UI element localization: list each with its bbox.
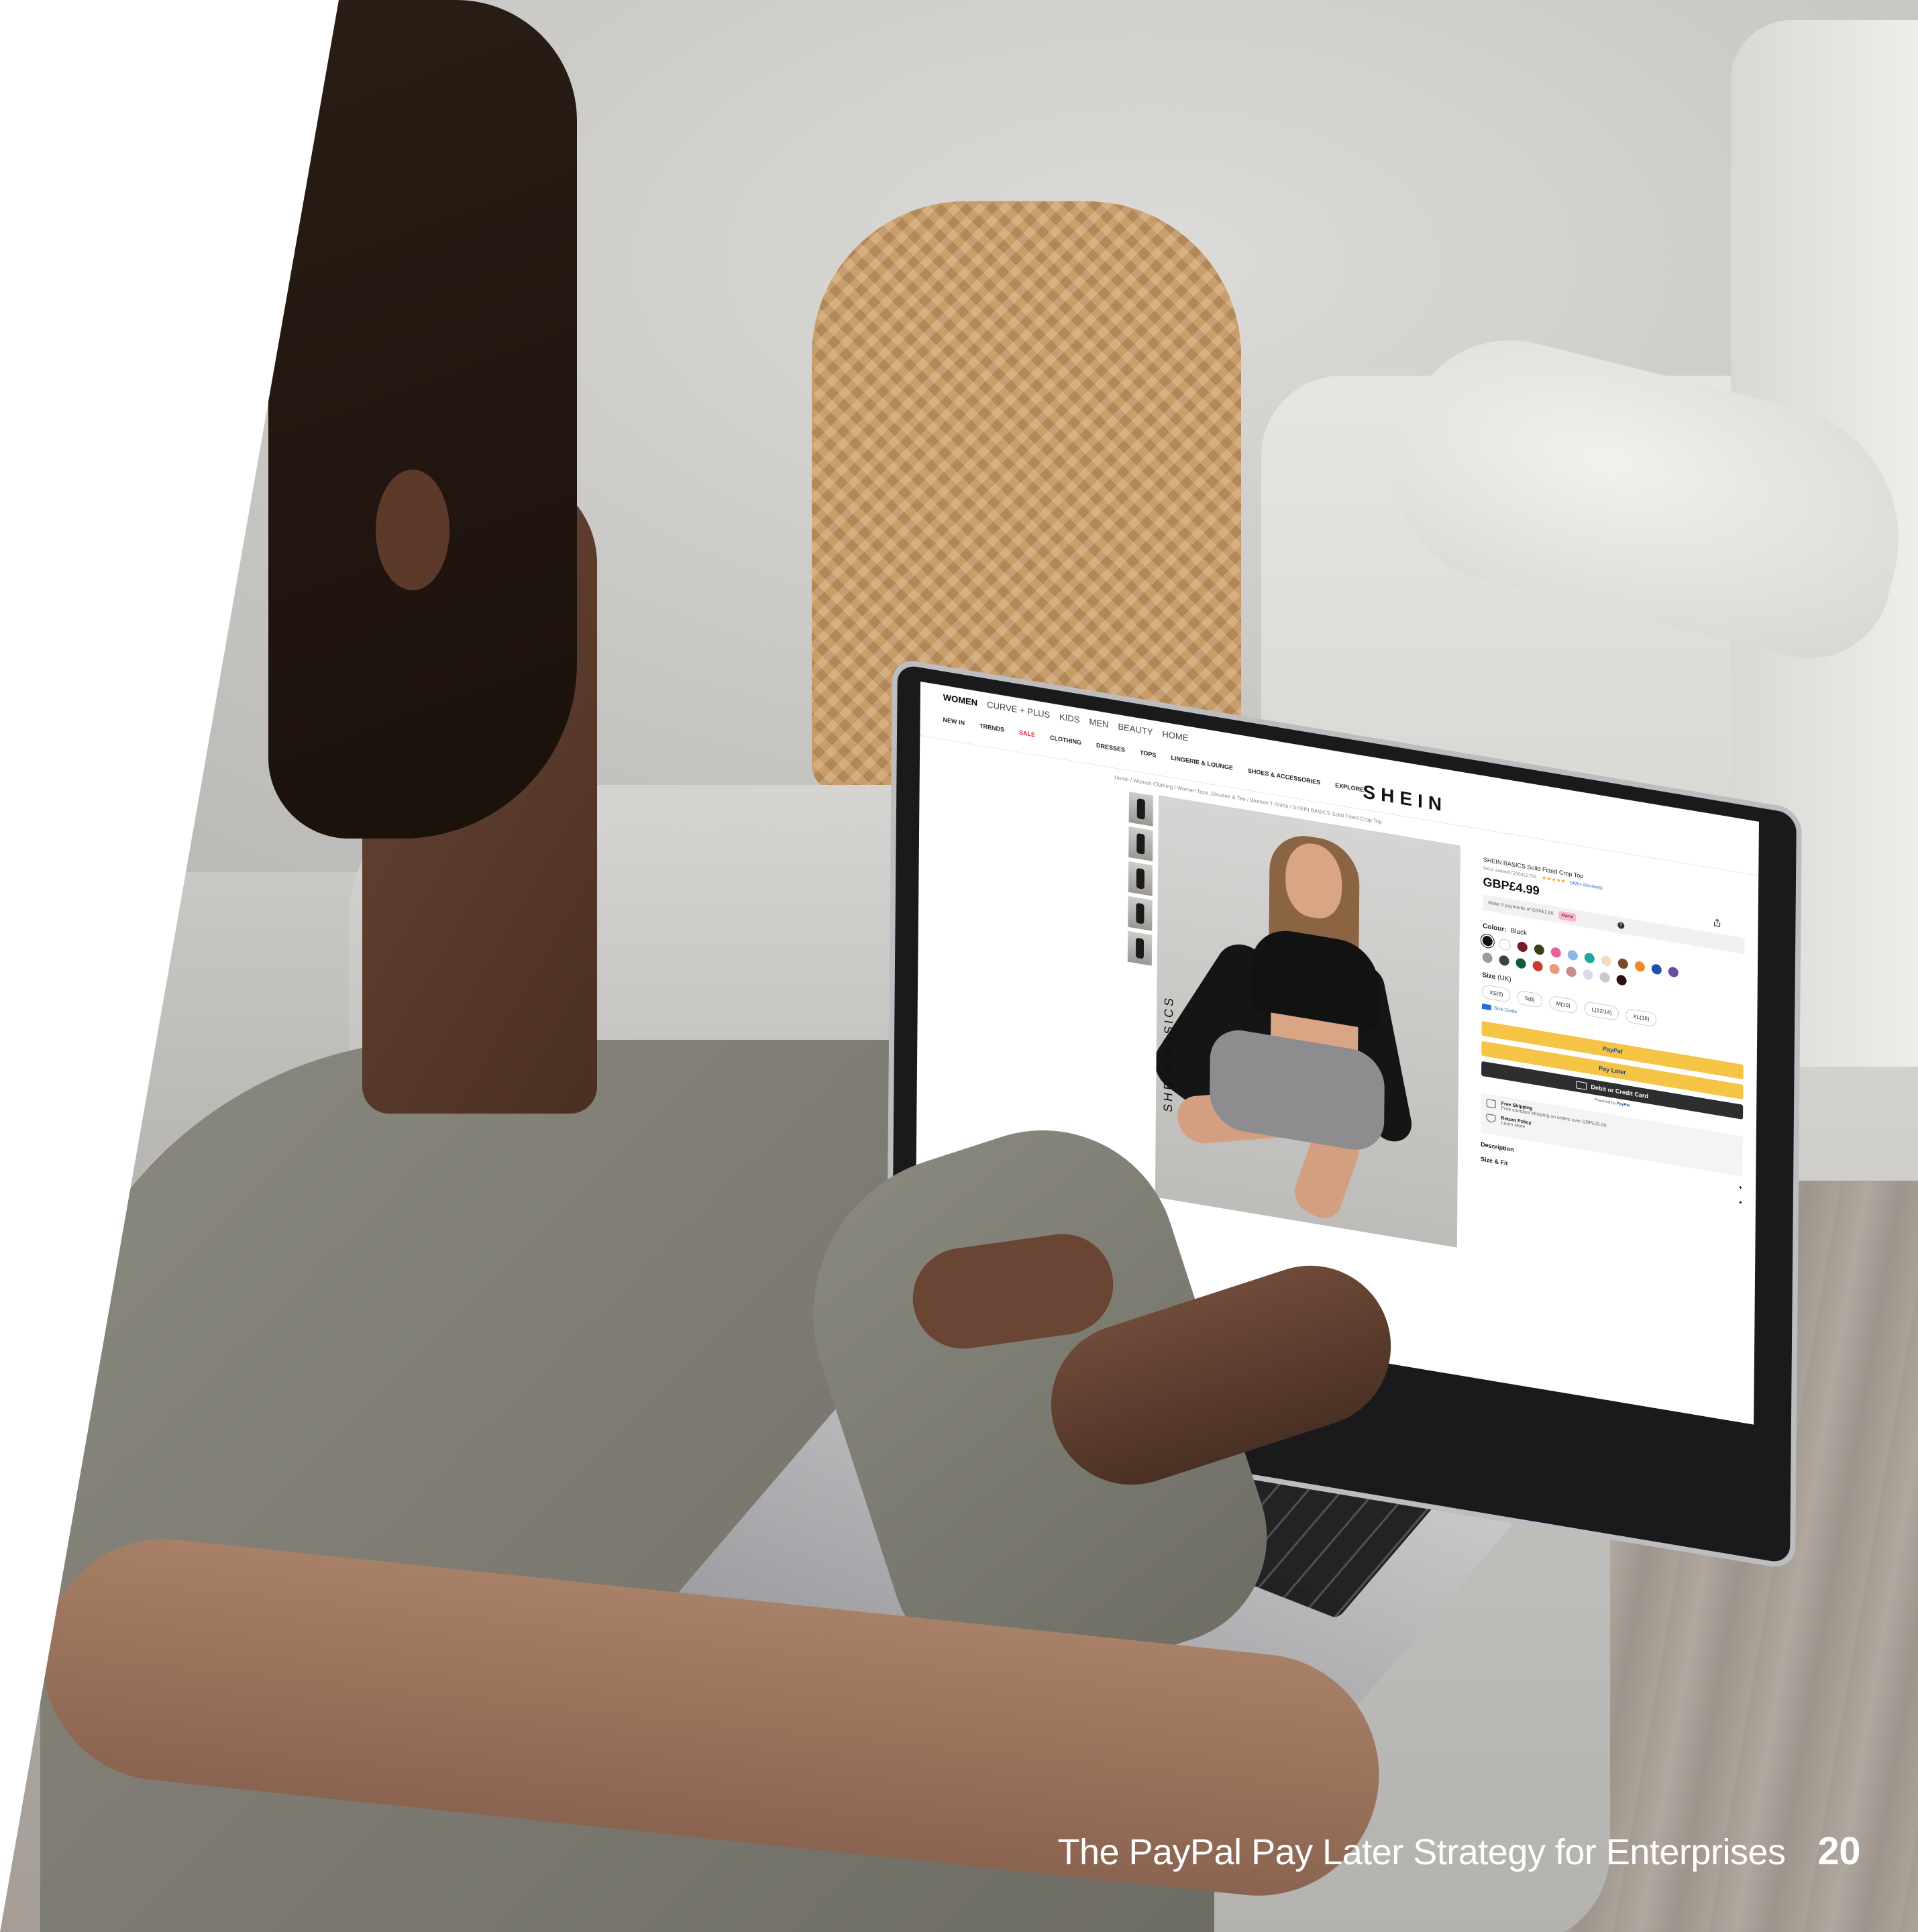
page-number: 20 (1817, 1829, 1860, 1873)
page-footer: The PayPal Pay Later Strategy for Enterp… (1057, 1829, 1860, 1874)
white-diagonal-panel (0, 0, 339, 1932)
document-title: The PayPal Pay Later Strategy for Enterp… (1057, 1832, 1786, 1872)
